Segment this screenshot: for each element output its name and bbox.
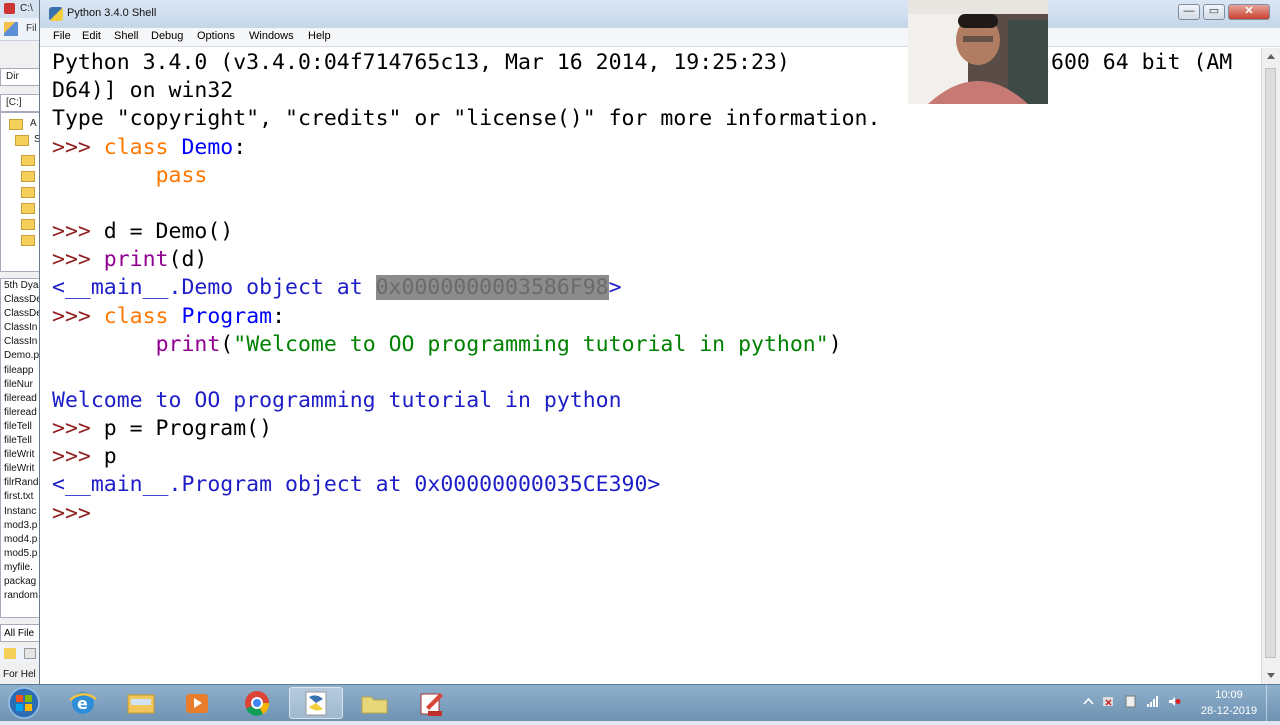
file-list-item[interactable]: ClassIn xyxy=(1,335,45,349)
file-list-item[interactable]: ClassDe xyxy=(1,307,45,321)
folder-icon[interactable] xyxy=(347,687,401,719)
folder-icon xyxy=(21,219,35,230)
menu-windows[interactable]: Windows xyxy=(249,30,294,42)
banner-line-1-tail: 600 64 bit (AM xyxy=(1051,50,1233,75)
shell-output-line: Welcome to OO programming tutorial in py… xyxy=(52,388,622,413)
menu-options[interactable]: Options xyxy=(197,30,235,42)
folder-icon[interactable] xyxy=(4,648,16,659)
media-player-icon[interactable] xyxy=(170,687,224,719)
file-list-item[interactable]: first.txt xyxy=(1,490,45,504)
python-shell-window[interactable]: Python 3.4.0 Shell — ▭ ✕ File Edit Shell… xyxy=(40,0,1280,684)
shell-input-prompt[interactable]: >>> xyxy=(52,500,104,528)
file-list-item[interactable]: myfile. xyxy=(1,561,45,575)
background-window-title: C:\ xyxy=(20,3,33,14)
menu-debug[interactable]: Debug xyxy=(151,30,183,42)
tree-item[interactable]: A xyxy=(30,118,37,129)
file-explorer-icon[interactable] xyxy=(114,687,168,719)
scrollbar-thumb[interactable] xyxy=(1265,68,1276,658)
webcam-overlay xyxy=(908,0,1048,104)
shell-text-area[interactable]: Python 3.4.0 (v3.4.0:04f714765c13, Mar 1… xyxy=(46,48,1258,680)
maximize-button[interactable]: ▭ xyxy=(1203,4,1225,20)
vertical-scrollbar[interactable] xyxy=(1261,48,1280,684)
volume-muted-icon[interactable] xyxy=(1168,695,1181,708)
folder-icon xyxy=(21,203,35,214)
window-title: Python 3.4.0 Shell xyxy=(67,7,157,19)
menu-edit[interactable]: Edit xyxy=(82,30,101,42)
file-list-item[interactable]: fileWrit xyxy=(1,462,45,476)
show-hidden-icons-icon[interactable] xyxy=(1082,695,1095,708)
taskbar: e 10:09 28-12-2019 xyxy=(0,684,1280,721)
file-list-item[interactable]: fileWrit xyxy=(1,448,45,462)
action-center-icon[interactable] xyxy=(1102,695,1115,708)
file-list-item[interactable]: fileNur xyxy=(1,378,45,392)
file-list-item[interactable]: ClassIn xyxy=(1,321,45,335)
shell-line: >>> print(d) xyxy=(52,247,208,272)
file-list-item[interactable]: packag xyxy=(1,575,45,589)
clock-time[interactable]: 10:09 xyxy=(1204,689,1254,701)
file-list-item[interactable]: mod4.p xyxy=(1,533,45,547)
python-icon xyxy=(49,7,63,21)
clock-date[interactable]: 28-12-2019 xyxy=(1196,705,1262,717)
app-icon xyxy=(4,3,15,14)
background-menu-file[interactable]: Fil xyxy=(26,23,37,34)
scroll-up-icon[interactable] xyxy=(1267,54,1275,59)
banner-line-2: D64)] on win32 xyxy=(52,78,234,103)
start-button[interactable] xyxy=(4,686,44,720)
folder-open-icon xyxy=(15,135,29,146)
folder-icon xyxy=(21,187,35,198)
network-icon[interactable] xyxy=(1146,695,1159,708)
shell-line: >>> p = Program() xyxy=(52,416,273,441)
menu-help[interactable]: Help xyxy=(308,30,331,42)
chrome-icon[interactable] xyxy=(230,687,284,719)
file-list-item[interactable]: random xyxy=(1,589,45,603)
show-desktop-button[interactable] xyxy=(1266,685,1280,721)
banner-line-3: Type "copyright", "credits" or "license(… xyxy=(52,106,881,131)
clipboard-icon[interactable] xyxy=(1124,695,1137,708)
file-list-item[interactable]: fileTell xyxy=(1,420,45,434)
internet-explorer-icon[interactable]: e xyxy=(56,687,110,719)
shell-line: >>> class Demo: xyxy=(52,135,247,160)
shell-line: print("Welcome to OO programming tutoria… xyxy=(155,332,842,357)
folder-icon xyxy=(9,119,23,130)
minimize-button[interactable]: — xyxy=(1178,4,1200,20)
python-idle-icon[interactable] xyxy=(289,687,343,719)
menu-bar: File Edit Shell Debug Options Windows He… xyxy=(40,28,1280,47)
file-list-item[interactable]: fileread xyxy=(1,406,45,420)
pdf-editor-icon[interactable] xyxy=(404,687,458,719)
selected-text[interactable]: 0x0000000003586F98 xyxy=(375,275,609,300)
shell-output-line: <__main__.Program object at 0x0000000003… xyxy=(52,472,661,497)
file-list-item[interactable]: filrRand xyxy=(1,476,45,490)
close-button[interactable]: ✕ xyxy=(1228,4,1270,20)
folder-icon xyxy=(21,155,35,166)
file-list-item[interactable]: fileapp xyxy=(1,364,45,378)
file-list-item[interactable]: ClassDe xyxy=(1,293,45,307)
window-titlebar[interactable]: Python 3.4.0 Shell — ▭ ✕ xyxy=(40,0,1280,28)
shell-output-line: <__main__.Demo object at 0x0000000003586… xyxy=(52,275,622,300)
shell-line: pass xyxy=(155,163,208,188)
menu-shell[interactable]: Shell xyxy=(114,30,138,42)
file-list-item[interactable]: Instanc xyxy=(1,505,45,519)
folder-icon xyxy=(21,235,35,246)
svg-text:e: e xyxy=(77,694,88,713)
file-list-item[interactable]: mod5.p xyxy=(1,547,45,561)
file-list-item[interactable]: fileread xyxy=(1,392,45,406)
pencil-icon[interactable] xyxy=(4,22,18,36)
file-list-item[interactable]: mod3.p xyxy=(1,519,45,533)
banner-line-1: Python 3.4.0 (v3.4.0:04f714765c13, Mar 1… xyxy=(52,50,790,75)
file-list-item[interactable]: Demo.p xyxy=(1,349,45,363)
shell-line: >>> d = Demo() xyxy=(52,219,234,244)
menu-file[interactable]: File xyxy=(53,30,71,42)
file-list-item[interactable]: 5th Dya xyxy=(1,279,45,293)
folder-icon xyxy=(21,171,35,182)
shell-line: >>> p xyxy=(52,444,117,469)
shell-line: >>> class Program: xyxy=(52,304,286,329)
diamond-icon[interactable] xyxy=(24,648,36,659)
file-list-item[interactable]: fileTell xyxy=(1,434,45,448)
scroll-down-icon[interactable] xyxy=(1267,673,1275,678)
